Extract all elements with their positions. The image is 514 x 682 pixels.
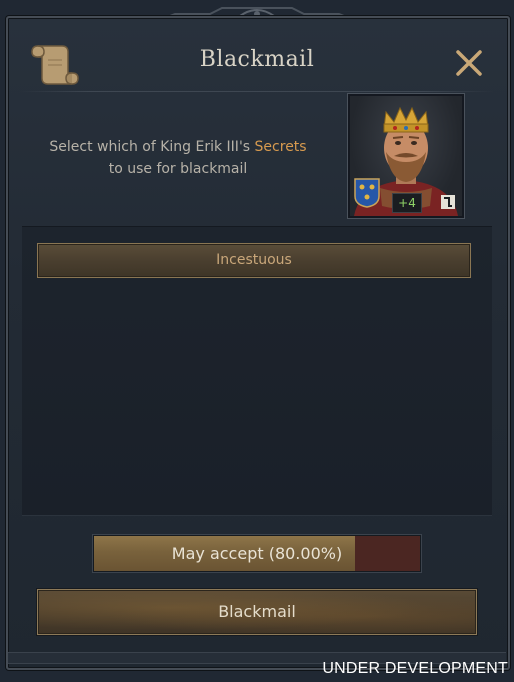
tier-badge-icon [441, 195, 455, 209]
instruction-line2: to use for blackmail [108, 161, 248, 177]
blackmail-button[interactable]: Blackmail [37, 589, 477, 635]
opinion-badge[interactable]: +4 [392, 193, 422, 213]
window-title: Blackmail [199, 47, 315, 72]
acceptance-bar[interactable]: May accept (80.00%) [93, 535, 421, 572]
secret-option-incestuous[interactable]: Incestuous [37, 243, 471, 278]
instruction-prefix: Select which of King Erik III's [49, 139, 255, 155]
under-development-banner: UNDER DEVELOPMENT [322, 660, 508, 677]
secrets-link[interactable]: Secrets [255, 139, 307, 155]
close-icon[interactable] [452, 46, 486, 80]
acceptance-label: May accept (80.00%) [171, 544, 343, 563]
instruction-text: Select which of King Erik III's Secrets … [28, 136, 328, 180]
blackmail-window: Blackmail Select which of King Erik III'… [0, 0, 514, 682]
coat-of-arms-icon[interactable] [354, 178, 380, 208]
header-divider [20, 91, 494, 92]
